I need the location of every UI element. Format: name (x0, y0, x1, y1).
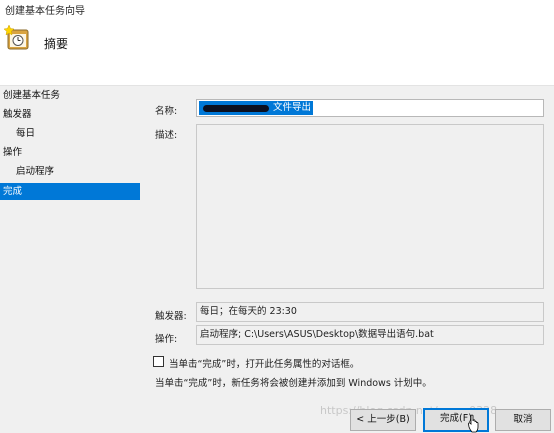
wizard-steps-sidebar: 创建基本任务 触发器 每日 操作 启动程序 完成 (0, 87, 140, 387)
step-finish[interactable]: 完成 (0, 183, 140, 200)
open-properties-label[interactable]: 当单击“完成”时，打开此任务属性的对话框。 (169, 356, 359, 370)
redacted-text (199, 101, 273, 115)
action-value: 启动程序; C:\Users\ASUS\Desktop\数据导出语句.bat (196, 325, 544, 345)
header-divider (0, 85, 554, 86)
action-label: 操作: (155, 334, 178, 345)
page-heading: 摘要 (44, 37, 69, 51)
name-input[interactable]: 文件导出 (196, 99, 544, 117)
trigger-label: 触发器: (155, 311, 187, 322)
trigger-value: 每日；在每天的 23:30 (196, 302, 544, 322)
step-action[interactable]: 操作 (0, 144, 140, 161)
back-button[interactable]: < 上一步(B) (350, 409, 416, 431)
title-bar: 创建基本任务向导 (0, 0, 554, 17)
step-daily[interactable]: 每日 (0, 125, 140, 142)
step-create-basic-task[interactable]: 创建基本任务 (0, 87, 140, 104)
cancel-button[interactable]: 取消 (495, 409, 551, 431)
name-selection: 文件导出 (199, 101, 314, 115)
step-trigger[interactable]: 触发器 (0, 106, 140, 123)
step-start-program[interactable]: 启动程序 (0, 163, 140, 180)
name-value: 文件导出 (273, 101, 314, 115)
info-text: 当单击“完成”时，新任务将会被创建并添加到 Windows 计划中。 (155, 378, 432, 389)
task-scheduler-wizard-icon (4, 25, 29, 50)
open-properties-checkbox[interactable] (153, 356, 164, 367)
name-label: 名称: (155, 106, 178, 117)
mouse-pointer-icon (468, 414, 479, 433)
window-title: 创建基本任务向导 (5, 6, 85, 17)
wizard-header: 摘要 (0, 17, 554, 85)
description-label: 描述: (155, 130, 178, 141)
description-field[interactable] (196, 124, 544, 289)
